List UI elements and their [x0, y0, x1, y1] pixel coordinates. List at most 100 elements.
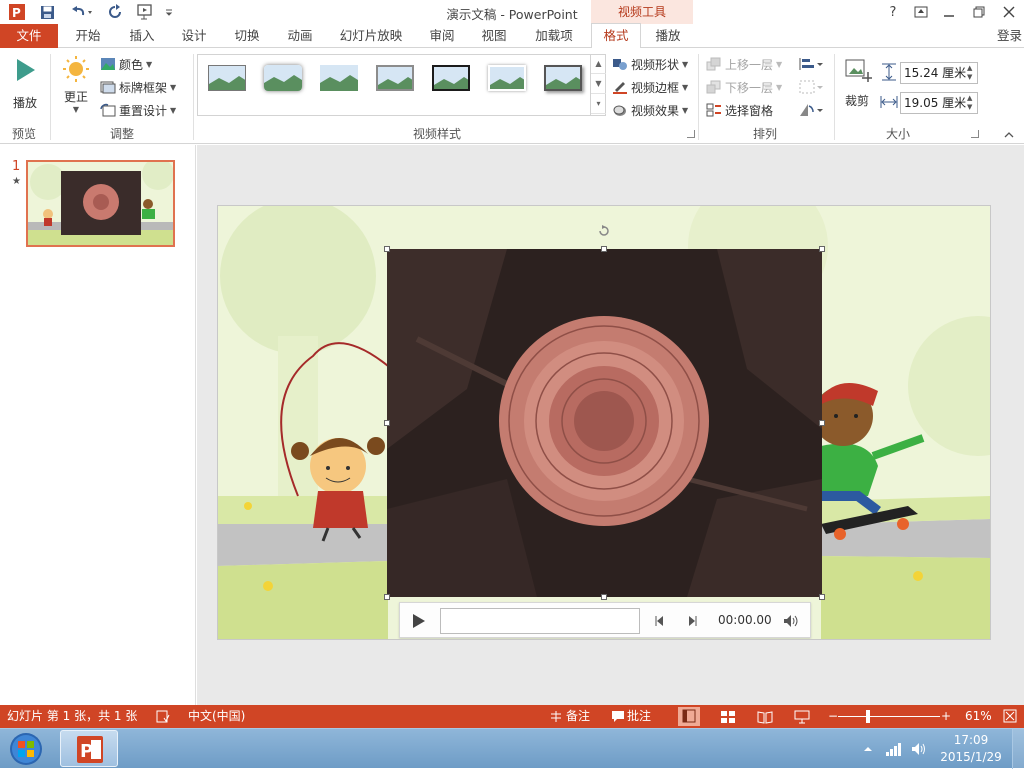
- tab-design[interactable]: 设计: [172, 24, 216, 48]
- resize-handle[interactable]: [601, 246, 607, 252]
- corrections-label: 更正: [63, 90, 88, 104]
- video-style-thumb[interactable]: [318, 63, 360, 95]
- tab-animations[interactable]: 动画: [278, 24, 322, 48]
- video-progress-bar[interactable]: [440, 608, 640, 634]
- tab-addins[interactable]: 加载项: [527, 24, 581, 48]
- play-button[interactable]: 播放: [8, 56, 42, 114]
- collapse-ribbon-icon[interactable]: [1003, 130, 1015, 140]
- play-icon: [17, 59, 35, 81]
- step-forward-icon[interactable]: [684, 613, 700, 629]
- zoom-out-button[interactable]: −: [828, 705, 838, 728]
- video-style-thumb[interactable]: [374, 63, 416, 95]
- zoom-in-button[interactable]: +: [941, 705, 951, 728]
- video-style-thumb[interactable]: [430, 63, 472, 95]
- help-button[interactable]: ?: [882, 2, 904, 22]
- slide-sorter-icon[interactable]: [720, 710, 736, 724]
- poster-frame-button[interactable]: 标牌框架 ▼: [100, 77, 176, 97]
- video-style-thumb[interactable]: [486, 63, 528, 95]
- video-effects-button[interactable]: 视频效果 ▼: [612, 100, 688, 120]
- ribbon: 播放 预览 更正 ▼ 颜色 ▼ 标牌框架 ▼ 重置设计 ▼ 调整 ▲ ▼ ▾ 视频形状…: [0, 48, 1024, 144]
- start-button-icon[interactable]: [8, 732, 44, 766]
- gallery-down-icon[interactable]: ▼: [591, 74, 606, 94]
- volume-icon[interactable]: [782, 612, 800, 630]
- send-backward-button[interactable]: 下移一层 ▼: [706, 77, 782, 97]
- resize-handle[interactable]: [819, 246, 825, 252]
- tab-format[interactable]: 格式: [591, 23, 641, 49]
- spinner-arrows-icon[interactable]: ▲ ▼: [967, 64, 975, 82]
- resize-handle[interactable]: [384, 420, 390, 426]
- close-icon[interactable]: [998, 2, 1020, 22]
- video-styles-dialog-launcher-icon[interactable]: [687, 130, 695, 138]
- bring-forward-button[interactable]: 上移一层 ▼: [706, 54, 782, 74]
- zoom-level[interactable]: 61%: [965, 705, 992, 728]
- slide-thumbnail[interactable]: [26, 160, 175, 247]
- resize-handle[interactable]: [819, 420, 825, 426]
- resize-handle[interactable]: [601, 594, 607, 600]
- tab-slideshow[interactable]: 幻灯片放映: [335, 24, 407, 48]
- video-style-thumb[interactable]: [262, 63, 304, 95]
- taskbar-powerpoint-button[interactable]: P: [60, 730, 118, 767]
- video-shape-button[interactable]: 视频形状 ▼: [612, 54, 688, 74]
- tab-review[interactable]: 审阅: [420, 24, 464, 48]
- height-spinner[interactable]: 15.24 厘米 ▲ ▼: [900, 62, 978, 84]
- tab-view[interactable]: 视图: [472, 24, 516, 48]
- clock-date: 2015/1/29: [940, 750, 1002, 764]
- video-style-thumb[interactable]: [206, 63, 248, 95]
- align-icon: [799, 58, 823, 70]
- show-hidden-icons-icon[interactable]: [862, 743, 874, 755]
- divider: [834, 54, 835, 140]
- reset-design-button[interactable]: 重置设计 ▼: [100, 100, 176, 120]
- width-spinner[interactable]: 19.05 厘米 ▲ ▼: [900, 92, 978, 114]
- system-clock[interactable]: 17:09 2015/1/29: [936, 732, 1006, 766]
- notes-icon[interactable]: [549, 710, 563, 723]
- comments-icon[interactable]: [611, 710, 625, 723]
- step-back-icon[interactable]: [652, 613, 668, 629]
- restore-icon[interactable]: [968, 2, 990, 22]
- reading-view-icon[interactable]: [757, 710, 773, 724]
- crop-button[interactable]: 裁剪: [840, 56, 874, 114]
- tab-insert[interactable]: 插入: [120, 24, 164, 48]
- spell-check-icon[interactable]: [156, 710, 170, 723]
- selection-pane-icon: [706, 102, 722, 118]
- resize-handle[interactable]: [384, 594, 390, 600]
- selection-pane-button[interactable]: 选择窗格: [706, 100, 773, 120]
- rotate-button[interactable]: [798, 102, 824, 118]
- show-desktop-button[interactable]: [1012, 729, 1024, 769]
- size-dialog-launcher-icon[interactable]: [971, 130, 979, 138]
- language-indicator[interactable]: 中文(中国): [188, 705, 245, 728]
- video-border-button[interactable]: 视频边框 ▼: [612, 77, 688, 97]
- comments-button[interactable]: 批注: [627, 705, 651, 728]
- normal-view-icon[interactable]: [678, 707, 700, 726]
- video-frame[interactable]: [387, 249, 822, 597]
- spinner-arrows-icon[interactable]: ▲ ▼: [967, 94, 975, 112]
- play-pause-icon[interactable]: [408, 611, 428, 631]
- poster-frame-icon: [100, 79, 116, 95]
- rotate-handle-icon[interactable]: [597, 224, 611, 238]
- minimize-icon[interactable]: [938, 2, 960, 22]
- fit-to-window-icon[interactable]: [1003, 709, 1017, 723]
- bring-forward-icon: [706, 56, 722, 72]
- resize-handle[interactable]: [819, 594, 825, 600]
- ribbon-display-options-icon[interactable]: [910, 2, 932, 22]
- color-button[interactable]: 颜色 ▼: [100, 54, 152, 74]
- corrections-button[interactable]: 更正 ▼: [58, 54, 94, 118]
- resize-handle[interactable]: [384, 246, 390, 252]
- tab-file[interactable]: 文件: [0, 24, 58, 48]
- gallery-up-icon[interactable]: ▲: [591, 54, 606, 74]
- notes-button[interactable]: 备注: [566, 705, 590, 728]
- zoom-slider[interactable]: [838, 716, 940, 717]
- zoom-slider-thumb[interactable]: [866, 710, 870, 723]
- video-style-thumb[interactable]: [542, 63, 584, 95]
- login-link[interactable]: 登录: [997, 24, 1022, 48]
- align-button[interactable]: [798, 56, 824, 72]
- slideshow-view-icon[interactable]: [794, 710, 810, 724]
- video-styles-gallery: [197, 54, 606, 116]
- tab-transitions[interactable]: 切换: [225, 24, 269, 48]
- height-value: 15.24 厘米: [904, 66, 967, 80]
- group-button[interactable]: [798, 79, 824, 95]
- tab-playback[interactable]: 播放: [646, 24, 690, 48]
- network-icon[interactable]: [885, 741, 903, 757]
- tab-home[interactable]: 开始: [66, 24, 110, 48]
- volume-tray-icon[interactable]: [910, 741, 928, 757]
- gallery-more-icon[interactable]: ▾: [591, 94, 606, 114]
